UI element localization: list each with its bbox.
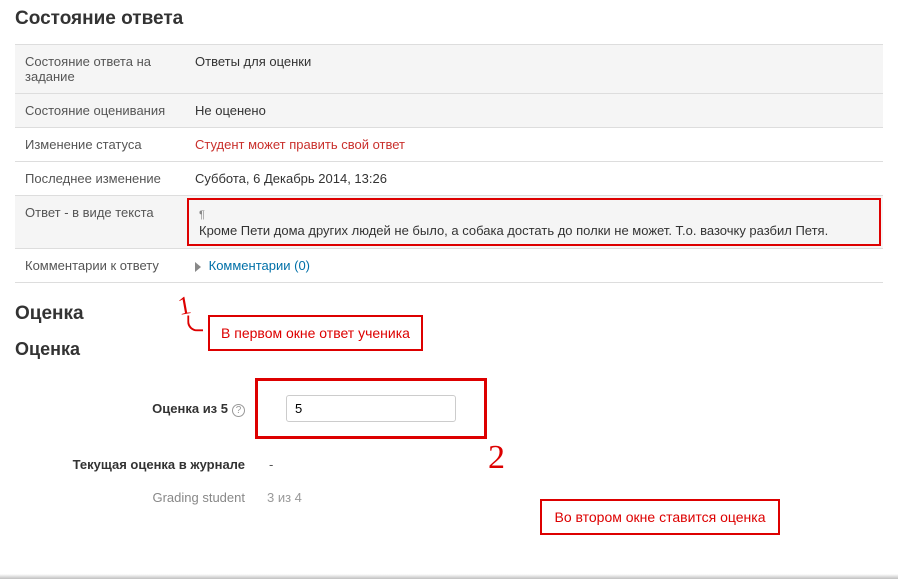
annotation-note-1: В первом окне ответ ученика — [208, 315, 423, 351]
comments-link[interactable]: Комментарии (0) — [209, 258, 310, 273]
status-table: Состояние ответа на задание Ответы для о… — [15, 44, 883, 283]
row-last-modified: Последнее изменение Суббота, 6 Декабрь 2… — [15, 162, 883, 196]
grade-title: Оценка — [15, 303, 883, 325]
comments-label: Комментарии к ответу — [15, 249, 185, 283]
row-answer-text: Ответ - в виде текста ¶ Кроме Пети дома … — [15, 196, 883, 249]
answer-text-value: Кроме Пети дома других людей не было, а … — [199, 223, 828, 238]
row-grading-status: Состояние оценивания Не оценено — [15, 94, 883, 128]
bottom-shadow — [0, 574, 898, 579]
help-icon[interactable]: ? — [232, 404, 245, 417]
text-icon: ¶ — [199, 209, 205, 221]
current-grade-value: - — [269, 457, 273, 472]
row-current-grade: Текущая оценка в журнале - — [45, 457, 883, 472]
grading-status-value: Не оценено — [185, 94, 883, 128]
grading-status-label: Состояние оценивания — [15, 94, 185, 128]
grade-out-of-label: Оценка из 5? — [45, 401, 255, 417]
status-title: Состояние ответа — [15, 8, 883, 30]
submission-status-value: Ответы для оценки — [185, 45, 883, 94]
grading-student-label: Grading student — [45, 490, 255, 505]
grading-student-value: 3 из 4 — [267, 490, 302, 505]
row-status-change: Изменение статуса Студент может править … — [15, 128, 883, 162]
last-modified-label: Последнее изменение — [15, 162, 185, 196]
row-submission-status: Состояние ответа на задание Ответы для о… — [15, 45, 883, 94]
annotation-note-2: Во втором окне ставится оценка — [540, 499, 780, 535]
grade-subtitle: Оценка — [15, 339, 883, 360]
grade-input-highlight — [255, 378, 487, 439]
status-change-label: Изменение статуса — [15, 128, 185, 162]
submission-status-label: Состояние ответа на задание — [15, 45, 185, 94]
answer-text-box: ¶ Кроме Пети дома других людей не было, … — [187, 198, 881, 246]
grade-input[interactable] — [286, 395, 456, 422]
current-grade-label: Текущая оценка в журнале — [45, 457, 255, 472]
expand-icon[interactable] — [195, 262, 201, 272]
annotation-number-2: 2 — [488, 439, 505, 477]
answer-text-label: Ответ - в виде текста — [15, 196, 185, 249]
row-comments: Комментарии к ответу Комментарии (0) — [15, 249, 883, 283]
last-modified-value: Суббота, 6 Декабрь 2014, 13:26 — [185, 162, 883, 196]
status-change-value: Студент может править свой ответ — [185, 128, 883, 162]
row-grade-input: Оценка из 5? — [45, 378, 883, 439]
